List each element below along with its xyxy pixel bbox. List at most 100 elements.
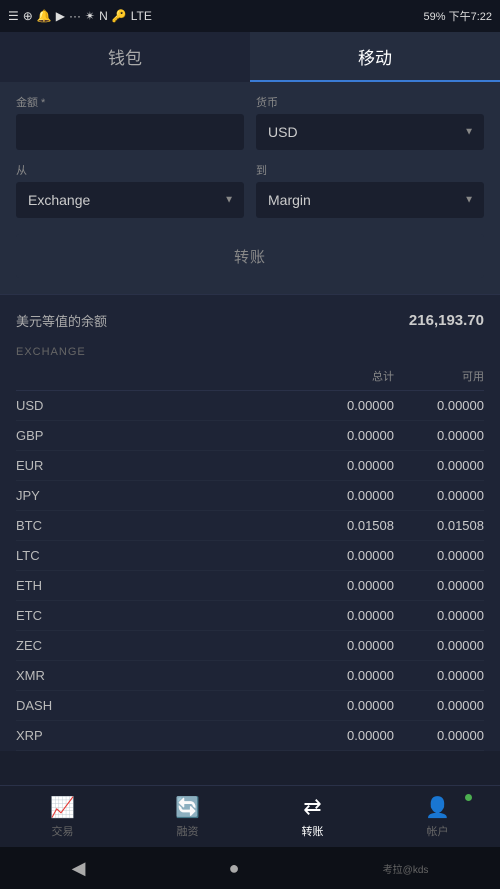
account-dot bbox=[465, 794, 472, 801]
td-currency: XRP bbox=[16, 728, 294, 743]
tab-wallet-label: 钱包 bbox=[108, 44, 142, 69]
form-row-2: 从 Exchange Margin Funding 到 Margin Excha… bbox=[16, 162, 484, 218]
funding-icon: 🔄 bbox=[175, 795, 200, 820]
td-available: 0.00000 bbox=[394, 608, 484, 623]
td-available: 0.00000 bbox=[394, 458, 484, 473]
tab-transfer-label: 移动 bbox=[358, 44, 392, 69]
currency-group: 货币 USD GBP EUR BTC bbox=[256, 94, 484, 150]
td-available: 0.00000 bbox=[394, 728, 484, 743]
bottom-nav: 📈 交易 🔄 融资 ⇄ 转账 👤 帐户 bbox=[0, 785, 500, 847]
td-currency: XMR bbox=[16, 668, 294, 683]
td-total: 0.00000 bbox=[294, 698, 394, 713]
td-currency: ETH bbox=[16, 578, 294, 593]
home-button[interactable]: ● bbox=[229, 858, 240, 879]
table-row: XMR 0.00000 0.00000 bbox=[16, 661, 484, 691]
table-body: USD 0.00000 0.00000 GBP 0.00000 0.00000 … bbox=[16, 391, 484, 751]
col-available: 可用 bbox=[394, 368, 484, 384]
td-available: 0.00000 bbox=[394, 548, 484, 563]
balance-label: 美元等值的余额 bbox=[16, 311, 107, 330]
col-currency bbox=[16, 368, 294, 384]
td-available: 0.00000 bbox=[394, 698, 484, 713]
td-available: 0.00000 bbox=[394, 428, 484, 443]
from-select-wrapper: Exchange Margin Funding bbox=[16, 182, 244, 218]
table-row: ZEC 0.00000 0.00000 bbox=[16, 631, 484, 661]
account-icon: 👤 bbox=[425, 795, 450, 820]
currency-select-wrapper: USD GBP EUR BTC bbox=[256, 114, 484, 150]
table-row: ETC 0.00000 0.00000 bbox=[16, 601, 484, 631]
td-available: 0.00000 bbox=[394, 578, 484, 593]
td-total: 0.00000 bbox=[294, 458, 394, 473]
table-row: GBP 0.00000 0.00000 bbox=[16, 421, 484, 451]
td-currency: GBP bbox=[16, 428, 294, 443]
td-available: 0.00000 bbox=[394, 398, 484, 413]
balance-value: 216,193.70 bbox=[409, 312, 484, 329]
balance-section: 美元等值的余额 216,193.70 bbox=[0, 294, 500, 338]
transfer-form: 金额 * 货币 USD GBP EUR BTC 从 Exchange Margi… bbox=[0, 82, 500, 294]
transfer-icon: ⇄ bbox=[303, 794, 321, 820]
android-nav-bar: ◀ ● 考拉@kds bbox=[0, 847, 500, 889]
table-row: DASH 0.00000 0.00000 bbox=[16, 691, 484, 721]
td-total: 0.00000 bbox=[294, 668, 394, 683]
currency-label: 货币 bbox=[256, 94, 484, 110]
td-total: 0.00000 bbox=[294, 488, 394, 503]
td-available: 0.00000 bbox=[394, 668, 484, 683]
td-total: 0.01508 bbox=[294, 518, 394, 533]
amount-group: 金额 * bbox=[16, 94, 244, 150]
tab-wallet[interactable]: 钱包 bbox=[0, 32, 250, 82]
amount-label: 金额 * bbox=[16, 94, 244, 110]
amount-input[interactable] bbox=[16, 114, 244, 150]
top-tab-bar: 钱包 移动 bbox=[0, 32, 500, 82]
nfc-icon: N bbox=[99, 9, 108, 23]
td-currency: ETC bbox=[16, 608, 294, 623]
table-row: JPY 0.00000 0.00000 bbox=[16, 481, 484, 511]
td-currency: BTC bbox=[16, 518, 294, 533]
play-icon: ▶ bbox=[56, 9, 65, 23]
td-total: 0.00000 bbox=[294, 548, 394, 563]
table-row: BTC 0.01508 0.01508 bbox=[16, 511, 484, 541]
status-right-info: 59% 下午7:22 bbox=[424, 8, 492, 24]
td-available: 0.01508 bbox=[394, 518, 484, 533]
nav-item-account[interactable]: 👤 帐户 bbox=[375, 786, 500, 847]
td-currency: ZEC bbox=[16, 638, 294, 653]
td-total: 0.00000 bbox=[294, 578, 394, 593]
to-label: 到 bbox=[256, 162, 484, 178]
table-row: USD 0.00000 0.00000 bbox=[16, 391, 484, 421]
table-row: XRP 0.00000 0.00000 bbox=[16, 721, 484, 751]
back-button[interactable]: ◀ bbox=[72, 858, 86, 879]
bell-icon: 🔔 bbox=[37, 9, 52, 23]
tab-transfer[interactable]: 移动 bbox=[250, 32, 500, 82]
funding-label: 融资 bbox=[177, 823, 199, 839]
branding-text: 考拉@kds bbox=[383, 861, 429, 876]
battery-text: 59% 下午7:22 bbox=[424, 8, 492, 24]
app-icon: ⊕ bbox=[23, 9, 33, 23]
transfer-button[interactable]: 转账 bbox=[16, 234, 484, 278]
trade-label: 交易 bbox=[52, 823, 74, 839]
asset-table: EXCHANGE 总计 可用 USD 0.00000 0.00000 GBP 0… bbox=[0, 338, 500, 751]
td-total: 0.00000 bbox=[294, 608, 394, 623]
trade-icon: 📈 bbox=[50, 795, 75, 820]
to-select[interactable]: Margin Exchange Funding bbox=[256, 182, 484, 218]
status-bar: ☰ ⊕ 🔔 ▶ ··· ✴ N 🔑 LTE 59% 下午7:22 bbox=[0, 0, 500, 32]
table-row: ETH 0.00000 0.00000 bbox=[16, 571, 484, 601]
exchange-section-label: EXCHANGE bbox=[16, 338, 484, 362]
table-row: EUR 0.00000 0.00000 bbox=[16, 451, 484, 481]
nav-item-transfer[interactable]: ⇄ 转账 bbox=[250, 786, 375, 847]
nav-item-trade[interactable]: 📈 交易 bbox=[0, 786, 125, 847]
account-label: 帐户 bbox=[427, 823, 449, 839]
table-header: 总计 可用 bbox=[16, 362, 484, 391]
form-row-1: 金额 * 货币 USD GBP EUR BTC bbox=[16, 94, 484, 150]
td-total: 0.00000 bbox=[294, 398, 394, 413]
td-available: 0.00000 bbox=[394, 638, 484, 653]
from-label: 从 bbox=[16, 162, 244, 178]
td-currency: LTC bbox=[16, 548, 294, 563]
menu-icon: ☰ bbox=[8, 9, 19, 23]
transfer-nav-label: 转账 bbox=[302, 823, 324, 839]
td-currency: JPY bbox=[16, 488, 294, 503]
currency-select[interactable]: USD GBP EUR BTC bbox=[256, 114, 484, 150]
nav-item-funding[interactable]: 🔄 融资 bbox=[125, 786, 250, 847]
td-currency: DASH bbox=[16, 698, 294, 713]
to-select-wrapper: Margin Exchange Funding bbox=[256, 182, 484, 218]
signal-icon: LTE bbox=[131, 9, 152, 23]
from-select[interactable]: Exchange Margin Funding bbox=[16, 182, 244, 218]
td-currency: EUR bbox=[16, 458, 294, 473]
